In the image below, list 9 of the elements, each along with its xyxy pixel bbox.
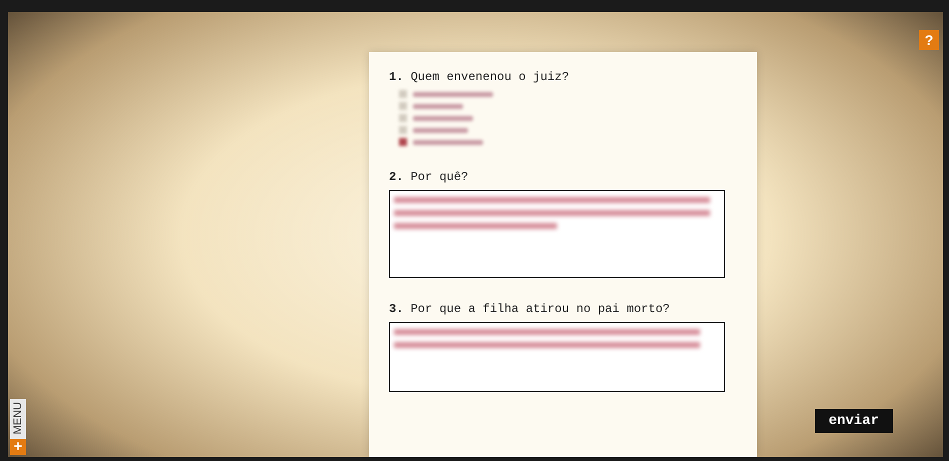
answer-box[interactable] — [389, 190, 725, 278]
plus-icon: + — [10, 439, 26, 455]
menu-button[interactable]: MENU + — [10, 398, 26, 455]
answer-box[interactable] — [389, 322, 725, 392]
question-text: 2. Por quê? — [389, 170, 470, 184]
question-text: 3. Por que a filha atirou no pai morto? — [389, 302, 671, 316]
question-text: 1. Quem envenenou o juiz? — [389, 70, 570, 84]
send-button[interactable]: enviar — [814, 409, 893, 433]
menu-label: MENU — [12, 400, 24, 436]
